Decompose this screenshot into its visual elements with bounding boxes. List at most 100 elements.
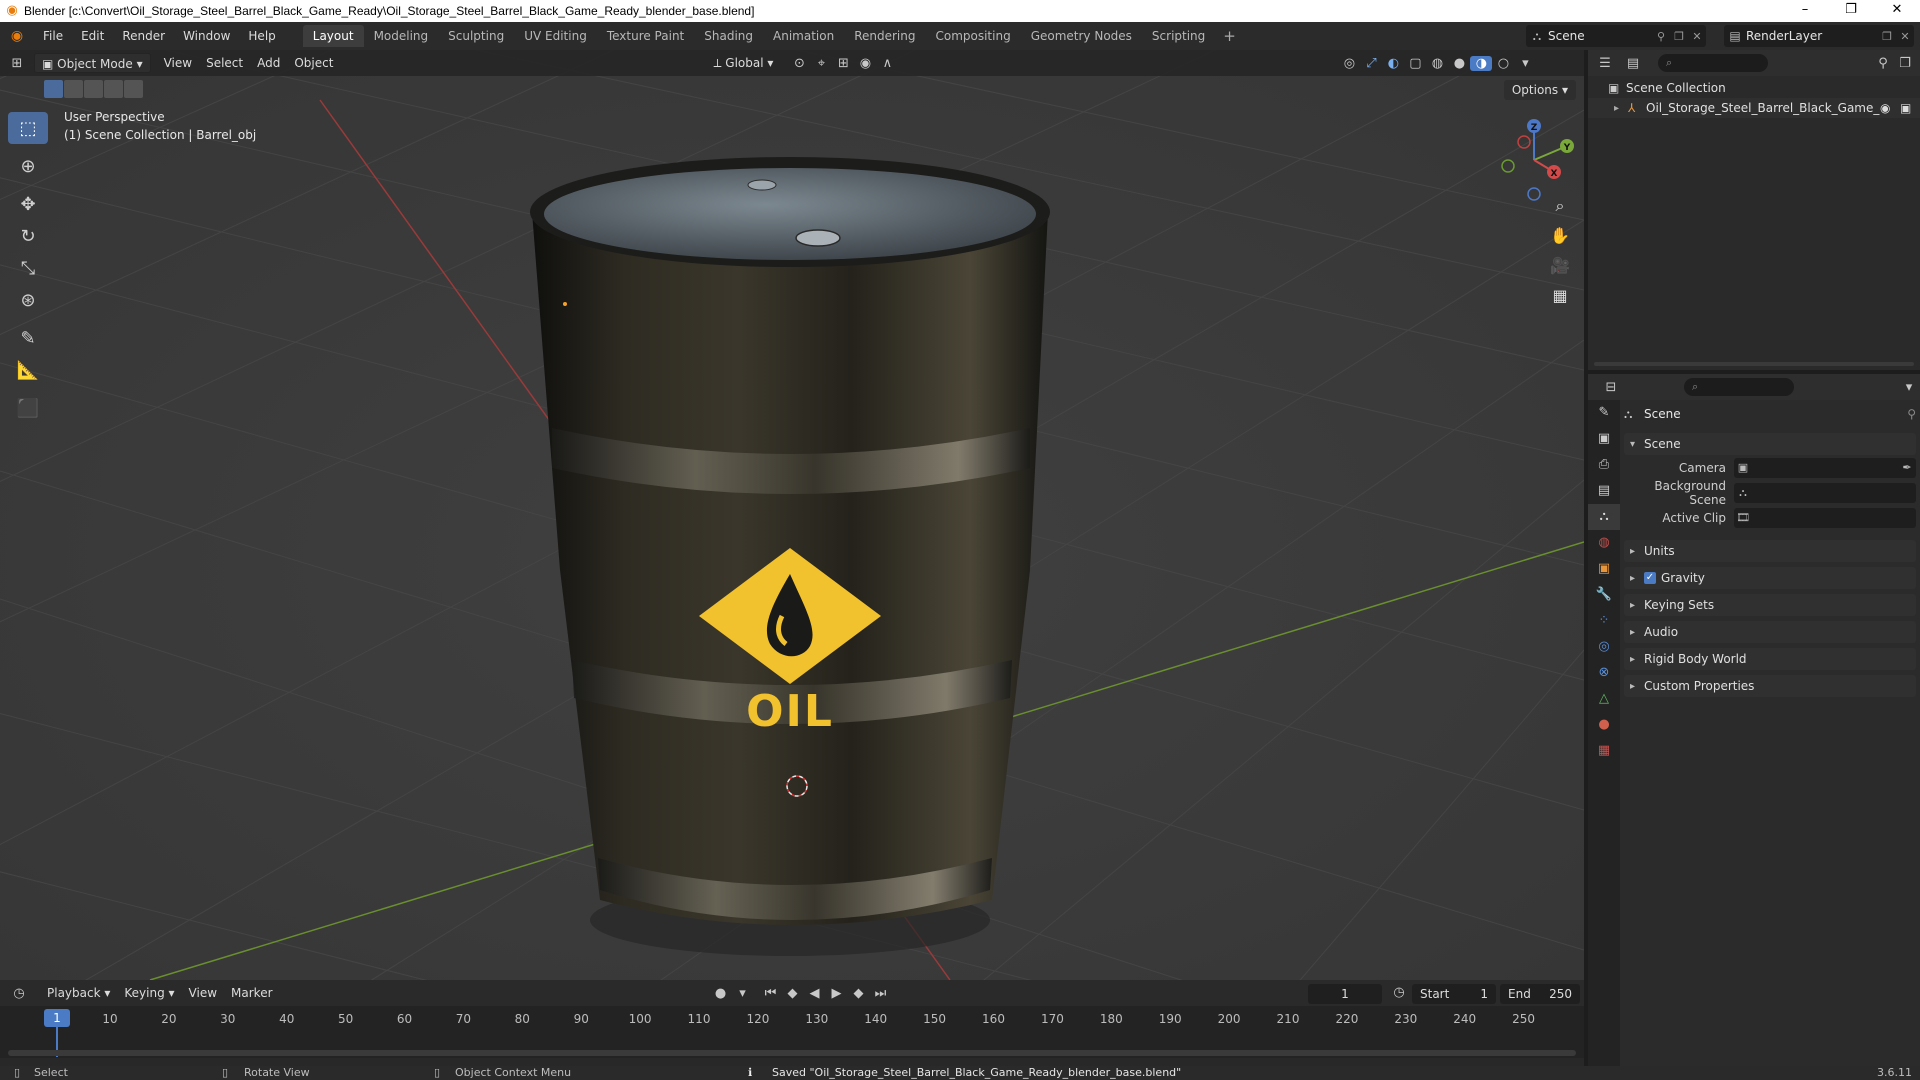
tab-sculpting[interactable]: Sculpting [438, 25, 514, 47]
shading-options-icon[interactable]: ▾ [1514, 56, 1536, 71]
prev-keyframe-icon[interactable]: ◆ [782, 986, 804, 1001]
tab-compositing[interactable]: Compositing [925, 25, 1020, 47]
add-workspace-button[interactable]: + [1215, 27, 1244, 45]
pin-properties-icon[interactable]: ⚲ [1907, 407, 1916, 421]
camera-view-icon[interactable]: 🎥 [1546, 252, 1574, 280]
play-reverse-icon[interactable]: ◀ [804, 986, 826, 1001]
properties-search-input[interactable]: ⌕ [1684, 378, 1794, 396]
properties-editor-type-icon[interactable]: ⊟ [1600, 380, 1622, 395]
select-subtract-icon[interactable] [84, 80, 103, 98]
maximize-button[interactable]: ❐ [1828, 0, 1874, 22]
scale-tool-icon[interactable]: ⤡ [8, 252, 48, 284]
scene-name[interactable]: Scene [1548, 29, 1652, 43]
menu-help[interactable]: Help [239, 29, 284, 43]
zoom-icon[interactable]: ⌕ [1546, 192, 1574, 220]
tab-scripting[interactable]: Scripting [1142, 25, 1215, 47]
properties-options-icon[interactable]: ▾ [1898, 380, 1920, 395]
minimize-button[interactable]: – [1782, 0, 1828, 22]
output-tab-icon[interactable]: ⎙ [1588, 452, 1620, 478]
panel-keying-sets[interactable]: ▸ Keying Sets [1624, 594, 1916, 616]
physics-tab-icon[interactable]: ◎ [1588, 634, 1620, 660]
panel-units[interactable]: ▸ Units [1624, 540, 1916, 562]
transform-orientation-dropdown[interactable]: ⟂ Global ▾ [706, 53, 780, 73]
panel-custom-properties[interactable]: ▸ Custom Properties [1624, 675, 1916, 697]
camera-field[interactable]: ▣ ✒ [1734, 457, 1916, 478]
overlays-toggle-icon[interactable]: ◐ [1382, 56, 1404, 71]
panel-audio[interactable]: ▸ Audio [1624, 621, 1916, 643]
object-tab-icon[interactable]: ▣ [1588, 556, 1620, 582]
measure-tool-icon[interactable]: 📐 [8, 354, 48, 386]
close-button[interactable]: ✕ [1874, 0, 1920, 22]
tab-animation[interactable]: Animation [763, 25, 844, 47]
snap-target-icon[interactable]: ⊞ [832, 56, 854, 71]
new-collection-icon[interactable]: ❐ [1894, 56, 1916, 71]
view-layer-name[interactable]: RenderLayer [1746, 29, 1878, 43]
playhead-frame-label[interactable]: 1 [44, 1009, 70, 1027]
select-extend-icon[interactable] [64, 80, 83, 98]
gizmo-toggle-icon[interactable]: ⤢ [1360, 56, 1382, 71]
tab-rendering[interactable]: Rendering [844, 25, 925, 47]
menu-edit[interactable]: Edit [72, 29, 113, 43]
menu-select[interactable]: Select [199, 53, 250, 73]
visibility-icon[interactable]: ◎ [1338, 56, 1360, 71]
pin-icon[interactable]: ⚲ [1652, 30, 1670, 43]
object-mode-dropdown[interactable]: ▣ Object Mode ▾ [34, 53, 151, 73]
modifiers-tab-icon[interactable]: 🔧 [1588, 582, 1620, 608]
scene-tab-icon[interactable]: ⛬ [1588, 504, 1620, 530]
auto-keying-icon[interactable]: ● [710, 986, 732, 1001]
eye-visibility-icon[interactable]: ◉ [1880, 101, 1900, 115]
texture-tab-icon[interactable]: ▦ [1588, 738, 1620, 764]
expand-arrow-icon[interactable]: ▸ [1614, 103, 1628, 114]
navigation-gizmo[interactable]: Z Y X [1490, 112, 1580, 202]
solid-shading-icon[interactable]: ● [1448, 56, 1470, 71]
panel-rigid-body-world[interactable]: ▸ Rigid Body World [1624, 648, 1916, 670]
camera-render-icon[interactable]: ▣ [1900, 101, 1920, 115]
select-box-icon[interactable]: ⬚ [8, 112, 48, 144]
outliner-row-scene-collection[interactable]: ▣ Scene Collection [1588, 78, 1920, 98]
cursor-tool-icon[interactable]: ⊕ [8, 150, 48, 182]
rotate-tool-icon[interactable]: ↻ [8, 220, 48, 252]
jump-start-icon[interactable]: ⏮ [760, 986, 782, 1001]
play-icon[interactable]: ▶ [826, 986, 848, 1001]
proportional-edit-icon[interactable]: ◉ [854, 56, 876, 71]
material-shading-icon[interactable]: ◑ [1470, 55, 1493, 71]
tab-shading[interactable]: Shading [694, 25, 763, 47]
pivot-point-icon[interactable]: ⊙ [788, 56, 810, 71]
tool-tab-icon[interactable]: ✎ [1588, 400, 1620, 426]
panel-scene[interactable]: ▾ Scene [1624, 433, 1916, 455]
select-new-icon[interactable] [44, 80, 63, 98]
3d-viewport[interactable]: OIL ⊞ ▣ Object Mode ▾ View Select Add Ob… [0, 50, 1584, 980]
view-layer-selector[interactable]: ▤ RenderLayer ❐ ✕ [1724, 25, 1914, 47]
annotate-tool-icon[interactable]: ✎ [8, 322, 48, 354]
select-intersect-icon[interactable] [124, 80, 143, 98]
delete-layer-icon[interactable]: ✕ [1896, 30, 1914, 43]
material-tab-icon[interactable]: ● [1588, 712, 1620, 738]
outliner-editor-type-icon[interactable]: ☰ [1594, 56, 1616, 71]
render-tab-icon[interactable]: ▣ [1588, 426, 1620, 452]
outliner-scrollbar[interactable] [1594, 362, 1914, 366]
options-dropdown[interactable]: Options ▾ [1503, 80, 1576, 100]
particles-tab-icon[interactable]: ⁘ [1588, 608, 1620, 634]
rendered-shading-icon[interactable]: ○ [1492, 56, 1514, 71]
filter-icon[interactable]: ⚲ [1872, 56, 1894, 71]
tab-uv-editing[interactable]: UV Editing [514, 25, 597, 47]
gravity-checkbox[interactable]: ✓ [1644, 572, 1656, 584]
tab-geometry-nodes[interactable]: Geometry Nodes [1021, 25, 1142, 47]
add-cube-tool-icon[interactable]: ⬛ [8, 392, 48, 424]
tab-layout[interactable]: Layout [302, 25, 364, 47]
marker-menu[interactable]: Marker [224, 983, 279, 1003]
menu-view[interactable]: View [157, 53, 199, 73]
display-mode-icon[interactable]: ▤ [1622, 56, 1644, 71]
timeline-scrollbar[interactable] [8, 1050, 1576, 1056]
timeline-view-menu[interactable]: View [182, 983, 224, 1003]
xray-toggle-icon[interactable]: ▢ [1404, 56, 1426, 71]
new-scene-icon[interactable]: ❐ [1670, 30, 1688, 43]
pan-hand-icon[interactable]: ✋ [1546, 222, 1574, 250]
tab-texture-paint[interactable]: Texture Paint [597, 25, 694, 47]
menu-window[interactable]: Window [174, 29, 239, 43]
timeline-ruler[interactable]: 10 20 30 40 50 60 70 80 90 100 110 120 130 140 150 160 1… [0, 1006, 1584, 1058]
editor-type-icon[interactable]: ⊞ [6, 56, 28, 71]
menu-file[interactable]: File [34, 29, 72, 43]
jump-end-icon[interactable]: ⏭ [870, 986, 892, 1001]
world-tab-icon[interactable]: ◍ [1588, 530, 1620, 556]
